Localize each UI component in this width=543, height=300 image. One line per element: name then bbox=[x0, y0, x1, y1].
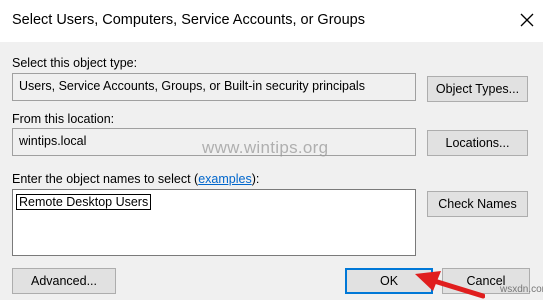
object-type-label: Select this object type: bbox=[12, 56, 138, 70]
names-label: Enter the object names to select (exampl… bbox=[12, 172, 260, 186]
entered-object-name: Remote Desktop Users bbox=[16, 194, 152, 210]
watermark-text: www.wintips.org bbox=[202, 138, 329, 157]
object-type-field: Users, Service Accounts, Groups, or Buil… bbox=[12, 73, 416, 101]
check-names-button[interactable]: Check Names bbox=[427, 191, 528, 217]
object-types-button[interactable]: Object Types... bbox=[427, 76, 528, 102]
title-bar: Select Users, Computers, Service Account… bbox=[0, 0, 543, 42]
examples-link[interactable]: examples bbox=[198, 172, 252, 186]
locations-button[interactable]: Locations... bbox=[427, 130, 528, 156]
object-names-input[interactable]: Remote Desktop Users bbox=[12, 189, 416, 256]
corner-watermark: wsxdn.com bbox=[500, 284, 543, 295]
red-arrow-icon bbox=[415, 271, 485, 299]
object-type-value: Users, Service Accounts, Groups, or Buil… bbox=[19, 79, 365, 93]
advanced-button[interactable]: Advanced... bbox=[12, 268, 116, 294]
window-title: Select Users, Computers, Service Account… bbox=[12, 12, 365, 28]
location-label: From this location: bbox=[12, 112, 115, 126]
location-value: wintips.local bbox=[19, 134, 87, 148]
close-icon[interactable] bbox=[515, 8, 539, 32]
